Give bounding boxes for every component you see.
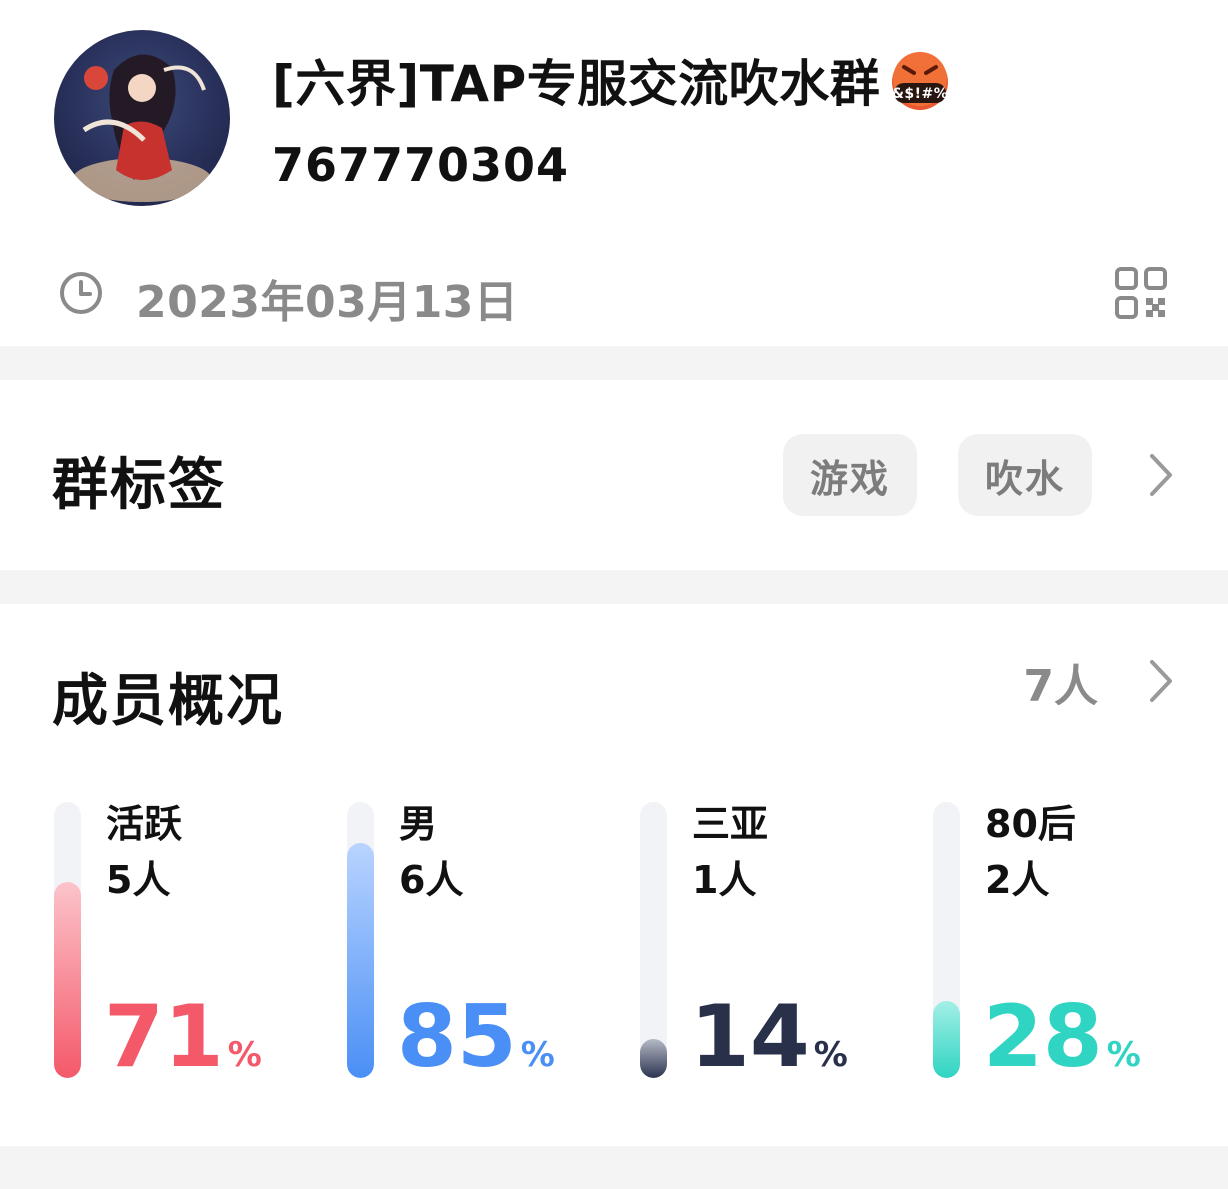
stat-label: 男 (399, 802, 438, 846)
members-section-title: 成员概况 (52, 669, 284, 734)
group-id: 767770304 (272, 138, 570, 192)
stat-bar-fill (640, 1039, 667, 1078)
stat-count: 6人 (399, 858, 464, 902)
stat-percent: 71% (104, 992, 262, 1100)
stat-percent-unit: % (813, 1035, 848, 1075)
group-tags-section[interactable]: 群标签 游戏 吹水 (0, 380, 1228, 570)
group-avatar[interactable] (54, 30, 230, 206)
tags-section-title: 群标签 (52, 453, 226, 518)
stat-active: 活跃 5人 71% (54, 802, 314, 1082)
stat-percent: 14% (690, 992, 848, 1100)
member-overview-section: 成员概况 7人 活跃 5人 71% 男 6人 85% 三亚 1人 14% 80后… (0, 604, 1228, 1146)
svg-text:&$!#%: &$!#% (892, 86, 949, 102)
stat-count: 5人 (106, 858, 171, 902)
stat-percent: 85% (397, 992, 555, 1100)
stat-percent-unit: % (1106, 1035, 1141, 1075)
stat-label: 活跃 (106, 802, 183, 846)
stat-bar-track (54, 802, 81, 1078)
qr-code-icon[interactable] (1114, 266, 1168, 320)
stat-bar-fill (54, 882, 81, 1078)
stat-label: 三亚 (692, 802, 769, 846)
group-header: [六界]TAP专服交流吹水群 &$!#% 767770304 2023年03月1… (0, 0, 1228, 346)
stat-age: 80后 2人 28% (933, 802, 1193, 1082)
stat-percent-unit: % (227, 1035, 262, 1075)
stat-bar-fill (347, 843, 374, 1078)
stat-percent-unit: % (520, 1035, 555, 1075)
chevron-right-icon[interactable] (1146, 452, 1176, 498)
stat-percent-value: 71 (104, 987, 224, 1087)
stat-label: 80后 (985, 802, 1076, 846)
stat-male: 男 6人 85% (347, 802, 607, 1082)
stat-count: 1人 (692, 858, 757, 902)
tag-chip[interactable]: 吹水 (958, 434, 1092, 516)
stat-bar-fill (933, 1000, 960, 1078)
stat-bar-track (347, 802, 374, 1078)
stat-bar-track (640, 802, 667, 1078)
stat-location: 三亚 1人 14% (640, 802, 900, 1082)
cursing-face-icon: &$!#% (886, 49, 954, 111)
stat-bar-track (933, 802, 960, 1078)
stat-percent-value: 85 (397, 987, 517, 1087)
stat-count: 2人 (985, 858, 1050, 902)
chevron-right-icon[interactable] (1146, 658, 1176, 704)
stat-percent-value: 14 (690, 987, 810, 1087)
stat-percent-value: 28 (983, 987, 1103, 1087)
member-total[interactable]: 7人 (1023, 650, 1098, 714)
tag-chip[interactable]: 游戏 (783, 434, 917, 516)
group-name: [六界]TAP专服交流吹水群 &$!#% (272, 44, 954, 116)
created-date: 2023年03月13日 (136, 277, 519, 328)
avatar-illustration (72, 54, 212, 202)
group-name-text: [六界]TAP专服交流吹水群 (272, 55, 881, 113)
stat-percent: 28% (983, 992, 1141, 1100)
clock-icon (58, 270, 104, 316)
